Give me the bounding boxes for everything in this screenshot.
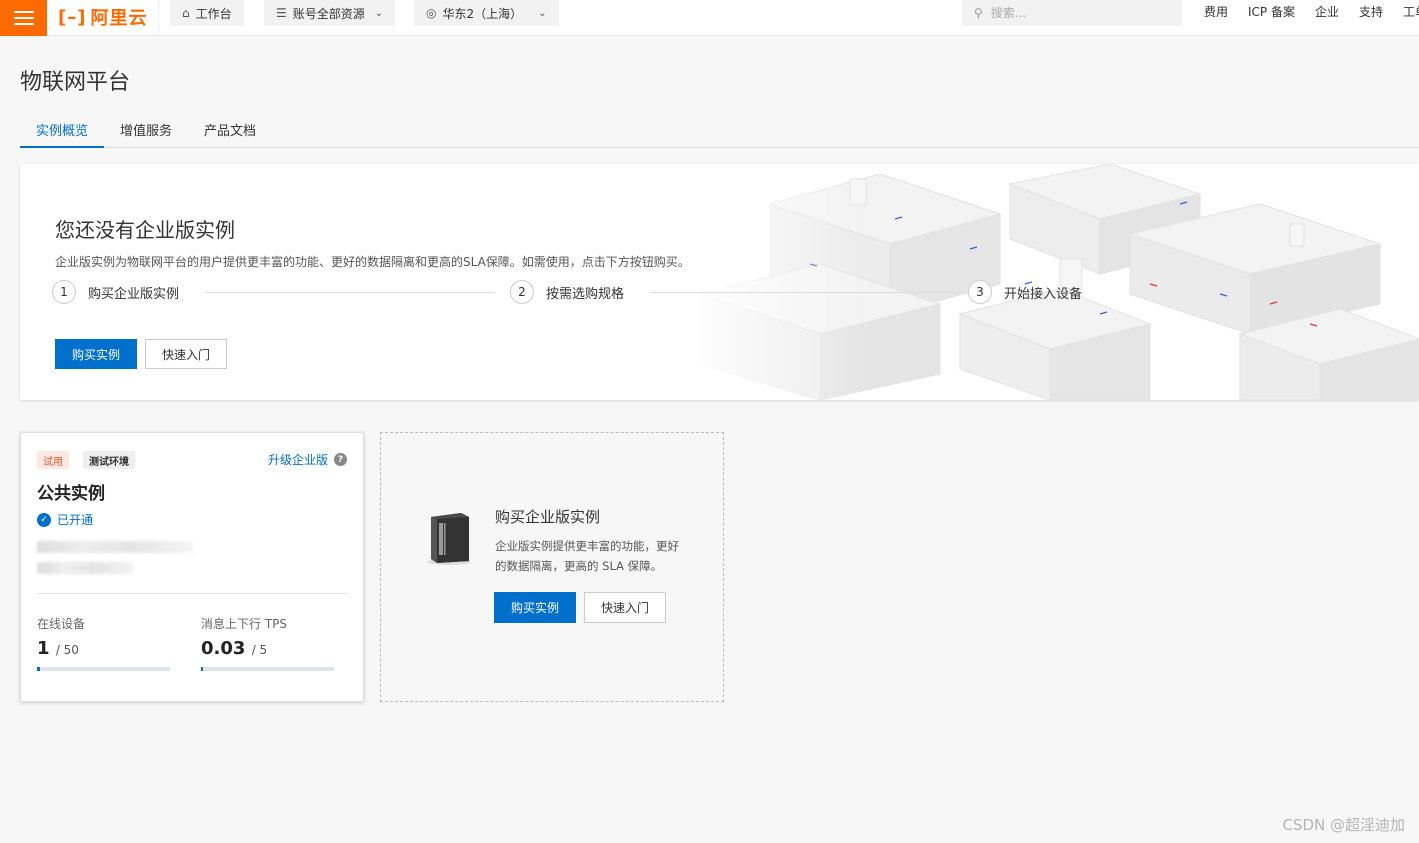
buy-instance-button[interactable]: 购买实例	[55, 339, 137, 369]
step-connector	[650, 292, 960, 293]
location-pin-icon: ◎	[426, 6, 437, 20]
step-label: 开始接入设备	[1004, 286, 1083, 302]
link-support[interactable]: 支持	[1359, 3, 1383, 20]
metric-value: 1 / 50	[37, 638, 171, 659]
tab-value-added-services[interactable]: 增值服务	[104, 112, 188, 148]
divider	[37, 593, 349, 594]
link-billing[interactable]: 费用	[1204, 3, 1228, 20]
step-label: 购买企业版实例	[88, 286, 180, 302]
workbench-label: 工作台	[195, 6, 232, 21]
progress-fill	[201, 667, 203, 671]
list-icon: ☰	[276, 6, 287, 20]
online-devices-metric: 在线设备 1 / 50	[37, 615, 171, 671]
metric-current: 0.03	[201, 638, 246, 659]
trial-tag: 试用	[37, 451, 69, 469]
workbench-button[interactable]: ⌂ 工作台	[170, 0, 244, 26]
progress-bar	[37, 667, 170, 671]
progress-bar	[201, 667, 334, 671]
metric-max: / 50	[55, 643, 79, 657]
buy-instance-button[interactable]: 购买实例	[494, 592, 576, 623]
search-input[interactable]	[990, 6, 1161, 20]
link-icp[interactable]: ICP 备案	[1248, 3, 1295, 20]
logo-text: 阿里云	[90, 8, 148, 29]
redacted-info	[37, 541, 193, 553]
tab-product-docs[interactable]: 产品文档	[188, 112, 272, 148]
metric-label: 在线设备	[37, 617, 86, 631]
upgrade-enterprise-link[interactable]: 升级企业版 ?	[268, 451, 347, 468]
public-instance-card[interactable]: 试用 测试环境 升级企业版 ? 公共实例 ✓ 已开通 在线设备 1 / 50 消…	[20, 432, 364, 702]
top-links: 费用 ICP 备案 企业 支持 工单	[1204, 3, 1419, 20]
banner-title: 您还没有企业版实例	[55, 218, 235, 242]
instance-status: ✓ 已开通	[37, 511, 93, 528]
instance-name: 公共实例	[37, 484, 105, 504]
quick-start-button[interactable]: 快速入门	[145, 339, 227, 369]
page-title: 物联网平台	[20, 70, 131, 95]
resource-group-label: 账号全部资源	[292, 6, 365, 21]
step-connector	[205, 292, 495, 293]
tab-bar: 实例概览 增值服务 产品文档	[20, 112, 1419, 148]
metric-max: / 5	[251, 643, 268, 657]
quick-start-button[interactable]: 快速入门	[584, 592, 666, 623]
environment-tag: 测试环境	[83, 451, 135, 469]
check-circle-icon: ✓	[37, 512, 51, 527]
link-enterprise[interactable]: 企业	[1315, 3, 1339, 20]
divider	[158, 0, 159, 36]
home-icon: ⌂	[182, 6, 190, 20]
link-ticket[interactable]: 工单	[1403, 3, 1419, 20]
step-label: 按需选购规格	[546, 286, 625, 302]
buy-card-description: 企业版实例提供更丰富的功能，更好的数据隔离，更高的 SLA 保障。	[495, 539, 679, 573]
redacted-info	[37, 562, 133, 574]
region-label: 华东2（上海）	[442, 6, 523, 21]
region-select[interactable]: ◎ 华东2（上海） ⌄	[414, 0, 559, 26]
step-3: 3 开始接入设备	[968, 280, 1082, 304]
tab-instance-overview[interactable]: 实例概览	[20, 112, 105, 148]
banner-description: 企业版实例为物联网平台的用户提供更丰富的功能、更好的数据隔离和更高的SLA保障。…	[55, 255, 690, 269]
no-enterprise-instance-banner: 您还没有企业版实例 企业版实例为物联网平台的用户提供更丰富的功能、更好的数据隔离…	[20, 164, 1419, 400]
chevron-down-icon: ⌄	[538, 7, 547, 19]
step-number: 2	[510, 280, 534, 304]
step-2: 2 按需选购规格	[510, 280, 624, 304]
buy-enterprise-card: 购买企业版实例 企业版实例提供更丰富的功能，更好的数据隔离，更高的 SLA 保障…	[380, 432, 724, 702]
metric-value: 0.03 / 5	[201, 638, 335, 659]
step-1: 1 购买企业版实例	[52, 280, 179, 304]
status-label: 已开通	[57, 513, 94, 527]
help-icon[interactable]: ?	[334, 453, 347, 466]
buy-card-title: 购买企业版实例	[495, 508, 601, 526]
metric-current: 1	[37, 638, 50, 659]
upgrade-label: 升级企业版	[267, 453, 328, 467]
message-tps-metric: 消息上下行 TPS 0.03 / 5	[201, 615, 335, 671]
resource-group-select[interactable]: ☰ 账号全部资源 ⌄	[264, 0, 396, 26]
metric-label: 消息上下行 TPS	[201, 617, 287, 631]
server-icon	[427, 513, 471, 565]
aliyun-logo[interactable]: [–] 阿里云	[58, 4, 147, 30]
top-navigation-bar: [–] 阿里云 ⌂ 工作台 ☰ 账号全部资源 ⌄ ◎ 华东2（上海） ⌄ ⚲ 费…	[0, 0, 1419, 36]
logo-mark-icon: [–]	[58, 6, 87, 28]
step-number: 1	[52, 280, 76, 304]
progress-fill	[37, 667, 40, 671]
step-number: 3	[968, 280, 992, 304]
hamburger-menu-icon[interactable]	[0, 0, 47, 36]
global-search[interactable]: ⚲	[962, 0, 1182, 26]
watermark: CSDN @超淫迪加	[1282, 816, 1405, 834]
search-icon: ⚲	[974, 6, 983, 20]
chevron-down-icon: ⌄	[374, 7, 384, 19]
